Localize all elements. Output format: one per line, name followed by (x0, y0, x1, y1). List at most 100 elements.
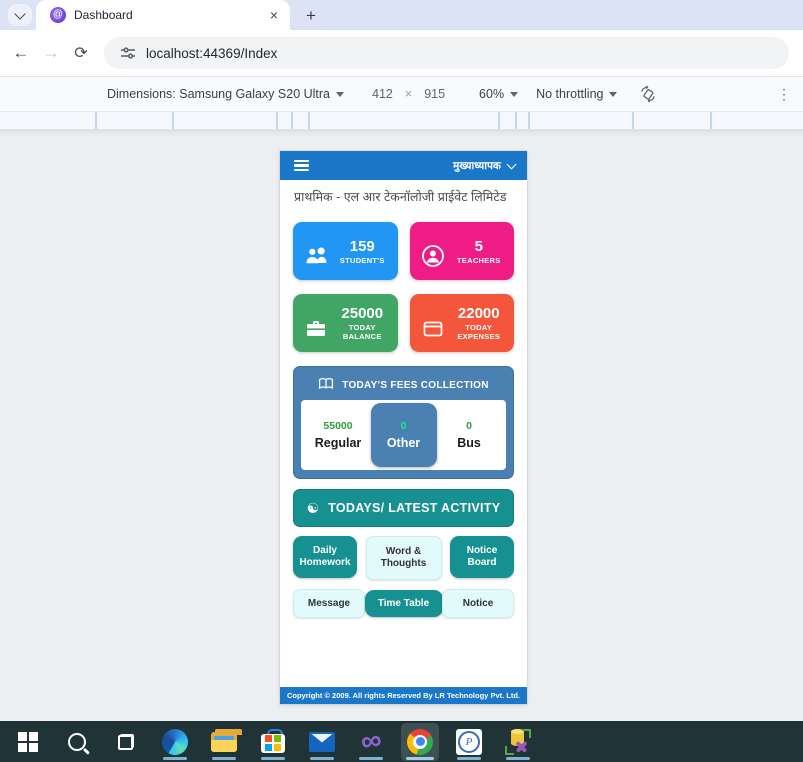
sql-tools-icon (504, 729, 532, 755)
yin-yang-icon: ☯ (307, 501, 320, 515)
taskbar-file-explorer-button[interactable] (205, 723, 243, 761)
teachers-label: TEACHERS (450, 256, 509, 265)
role-label: मुख्याध्यापक (453, 159, 501, 173)
tab-close-button[interactable]: × (266, 8, 282, 22)
taskbar-visual-studio-button[interactable]: ∞ (352, 723, 390, 761)
briefcase-icon (299, 317, 333, 339)
wallet-icon (416, 317, 450, 339)
task-view-icon (118, 734, 134, 750)
fees-bus-value: 0 (438, 420, 500, 432)
today-expenses-label: TODAY EXPENSES (450, 323, 509, 342)
browser-tab-dashboard[interactable]: @ Dashboard × (36, 0, 290, 30)
fees-other-value: 0 (371, 420, 437, 432)
edge-icon (162, 729, 188, 755)
latest-activity-banner[interactable]: ☯ TODAYS/ LATEST ACTIVITY (293, 489, 514, 527)
viewport-height-input[interactable]: 915 (416, 84, 453, 104)
stats-grid: 159 STUDENT'S 5 TEACHERS (280, 222, 527, 352)
fees-bus-label: Bus (438, 436, 500, 450)
device-toolbar: Dimensions: Samsung Galaxy S20 Ultra 412… (0, 77, 803, 112)
file-explorer-icon (211, 732, 237, 752)
chevron-down-icon (609, 92, 617, 97)
taskbar-app-seal-button[interactable]: P (450, 723, 488, 761)
today-expenses-value: 22000 (450, 305, 509, 323)
app-header: मुख्याध्यापक (280, 151, 527, 180)
students-label: STUDENT'S (333, 256, 392, 265)
today-expenses-card[interactable]: 22000 TODAY EXPENSES (410, 294, 515, 352)
throttling-label: No throttling (536, 87, 603, 101)
windows-taskbar: ∞ P (0, 721, 803, 762)
device-dimensions-label: Dimensions: Samsung Galaxy S20 Ultra (107, 87, 330, 101)
taskbar-edge-button[interactable] (156, 723, 194, 761)
fees-regular-column[interactable]: 55000 Regular (307, 420, 369, 450)
mail-icon (309, 732, 335, 752)
emulation-stage: मुख्याध्यापक प्राथमिक - एल आर टेकनॉलोजी … (0, 130, 803, 724)
visual-studio-icon: ∞ (359, 726, 384, 758)
tab-strip: @ Dashboard × + (0, 0, 803, 30)
today-balance-card[interactable]: 25000 TODAY BALANCE (293, 294, 398, 352)
taskbar-sql-tools-button[interactable] (499, 723, 537, 761)
chevron-down-icon (510, 92, 518, 97)
fees-regular-value: 55000 (307, 420, 369, 432)
throttling-select[interactable]: No throttling (536, 87, 617, 101)
word-thoughts-button[interactable]: Word & Thoughts (366, 536, 442, 580)
book-icon (318, 377, 334, 393)
devtools-menu-button[interactable]: ⋮ (777, 86, 791, 103)
today-balance-label: TODAY BALANCE (333, 323, 392, 342)
rotate-device-icon[interactable] (639, 85, 657, 103)
start-button[interactable] (9, 723, 47, 761)
latest-activity-title: TODAYS/ LATEST ACTIVITY (328, 501, 500, 515)
students-count: 159 (333, 238, 392, 256)
new-tab-button[interactable]: + (300, 7, 322, 24)
taskbar-store-button[interactable] (254, 723, 292, 761)
reload-button[interactable]: ⟳ (66, 43, 96, 63)
fees-collection-body: 55000 Regular 0 Other 0 Bus (301, 400, 506, 470)
task-view-button[interactable] (107, 723, 145, 761)
fees-collection-panel: TODAY'S FEES COLLECTION 55000 Regular 0 … (293, 366, 514, 479)
teachers-card[interactable]: 5 TEACHERS (410, 222, 515, 280)
windows-logo-icon (18, 732, 38, 752)
fees-collection-title: TODAY'S FEES COLLECTION (342, 380, 489, 391)
site-settings-icon[interactable] (120, 45, 136, 61)
app-seal-icon: P (456, 729, 482, 755)
app-footer: Copyright © 2009. All rights Reserved By… (280, 687, 527, 704)
search-icon (68, 733, 86, 751)
students-group-icon (299, 245, 333, 267)
address-bar[interactable]: localhost:44369/Index (104, 37, 789, 69)
media-query-strip[interactable] (0, 112, 803, 130)
dimension-times-separator: × (401, 87, 416, 101)
taskbar-chrome-button[interactable] (401, 723, 439, 761)
zoom-select[interactable]: 60% (479, 87, 518, 101)
hamburger-menu-icon[interactable] (294, 160, 309, 172)
url-text: localhost:44369/Index (146, 46, 277, 61)
fees-bus-column[interactable]: 0 Bus (438, 420, 500, 450)
viewport-width-input[interactable]: 412 (364, 84, 401, 104)
tab-search-button[interactable] (8, 4, 32, 26)
fees-regular-label: Regular (307, 436, 369, 450)
school-title: प्राथमिक - एल आर टेकनॉलोजी प्राईवेट लिमि… (280, 180, 527, 205)
taskbar-search-button[interactable] (58, 723, 96, 761)
time-table-button[interactable]: Time Table (365, 590, 443, 617)
taskbar-mail-button[interactable] (303, 723, 341, 761)
teachers-count: 5 (450, 238, 509, 256)
microsoft-store-icon (261, 731, 285, 753)
site-favicon-icon: @ (50, 7, 66, 23)
message-button[interactable]: Message (293, 589, 365, 618)
teacher-person-icon (416, 244, 450, 268)
students-card[interactable]: 159 STUDENT'S (293, 222, 398, 280)
back-button[interactable]: ← (6, 43, 36, 63)
chevron-down-icon (14, 8, 25, 19)
device-viewport: मुख्याध्यापक प्राथमिक - एल आर टेकनॉलोजी … (280, 151, 527, 704)
daily-homework-button[interactable]: Daily Homework (293, 536, 357, 578)
device-dimensions-select[interactable]: Dimensions: Samsung Galaxy S20 Ultra (107, 87, 344, 101)
tab-title: Dashboard (74, 8, 266, 22)
fees-other-label: Other (371, 436, 437, 450)
fees-other-column[interactable]: 0 Other (371, 403, 437, 467)
forward-button[interactable]: → (36, 43, 66, 63)
chevron-down-icon (507, 160, 517, 170)
chevron-down-icon (336, 92, 344, 97)
role-dropdown[interactable]: मुख्याध्यापक (453, 159, 517, 173)
browser-toolbar: ← → ⟳ localhost:44369/Index (0, 30, 803, 77)
notice-button[interactable]: Notice (442, 589, 514, 618)
zoom-level-label: 60% (479, 87, 504, 101)
notice-board-button[interactable]: Notice Board (450, 536, 514, 578)
